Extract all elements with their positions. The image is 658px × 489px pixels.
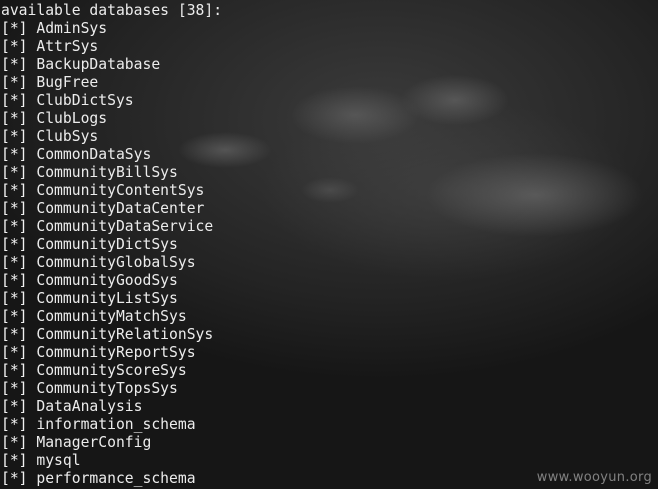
bullet-marker: [*] bbox=[1, 92, 28, 109]
bullet-marker: [*] bbox=[1, 254, 28, 271]
database-name: CommunityTopsSys bbox=[36, 380, 178, 397]
bullet-marker: [*] bbox=[1, 20, 28, 37]
bullet-marker: [*] bbox=[1, 110, 28, 127]
database-list-item: [*] BugFree bbox=[1, 74, 98, 92]
bullet-marker: [*] bbox=[1, 344, 28, 361]
bullet-marker: [*] bbox=[1, 146, 28, 163]
database-name: ClubLogs bbox=[36, 110, 108, 127]
database-name: CommunityRelationSys bbox=[36, 326, 214, 343]
bullet-marker: [*] bbox=[1, 290, 28, 307]
database-list-item: [*] CommunityGoodSys bbox=[1, 272, 178, 290]
database-list-item: [*] DataAnalysis bbox=[1, 398, 143, 416]
database-list-item: [*] CommunityGlobalSys bbox=[1, 254, 196, 272]
database-list-item: [*] CommunityDataCenter bbox=[1, 200, 204, 218]
bullet-marker: [*] bbox=[1, 218, 28, 235]
database-name: BackupDatabase bbox=[36, 56, 161, 73]
watermark-text: www.wooyun.org bbox=[536, 470, 652, 485]
database-name: ManagerConfig bbox=[36, 434, 152, 451]
terminal-output: available databases [38]: [*] AdminSys [*… bbox=[0, 0, 658, 489]
bullet-marker: [*] bbox=[1, 128, 28, 145]
bullet-marker: [*] bbox=[1, 38, 28, 55]
bullet-marker: [*] bbox=[1, 272, 28, 289]
bullet-marker: [*] bbox=[1, 200, 28, 217]
bullet-marker: [*] bbox=[1, 416, 28, 433]
database-name: performance_schema bbox=[36, 470, 196, 487]
database-name: CommunityGlobalSys bbox=[36, 254, 196, 271]
bullet-marker: [*] bbox=[1, 326, 28, 343]
database-list-item: [*] CommunityContentSys bbox=[1, 182, 204, 200]
database-name: CommunityDataCenter bbox=[36, 200, 205, 217]
database-list-item: [*] CommunityReportSys bbox=[1, 344, 196, 362]
database-name: AdminSys bbox=[36, 20, 108, 37]
database-name: CommunityReportSys bbox=[36, 344, 196, 361]
database-list-item: [*] CommunityScoreSys bbox=[1, 362, 187, 380]
database-name: DataAnalysis bbox=[36, 398, 143, 415]
database-list-item: [*] CommunityDataService bbox=[1, 218, 213, 236]
database-list-item: [*] CommunityDictSys bbox=[1, 236, 178, 254]
bullet-marker: [*] bbox=[1, 398, 28, 415]
database-list-item: [*] ClubLogs bbox=[1, 110, 107, 128]
database-name: CommunityDictSys bbox=[36, 236, 178, 253]
database-list-item: [*] performance_schema bbox=[1, 470, 196, 488]
bullet-marker: [*] bbox=[1, 236, 28, 253]
database-list-item: [*] AttrSys bbox=[1, 38, 98, 56]
database-name: AttrSys bbox=[36, 38, 99, 55]
database-list-item: [*] ManagerConfig bbox=[1, 434, 151, 452]
database-name: CommunityScoreSys bbox=[36, 362, 187, 379]
bullet-marker: [*] bbox=[1, 74, 28, 91]
bullet-marker: [*] bbox=[1, 380, 28, 397]
database-list-item: [*] ClubSys bbox=[1, 128, 98, 146]
database-name: CommunityGoodSys bbox=[36, 272, 178, 289]
bullet-marker: [*] bbox=[1, 362, 28, 379]
bullet-marker: [*] bbox=[1, 56, 28, 73]
bullet-marker: [*] bbox=[1, 308, 28, 325]
database-name: CommunityContentSys bbox=[36, 182, 205, 199]
database-name: ClubSys bbox=[36, 128, 99, 145]
bullet-marker: [*] bbox=[1, 470, 28, 487]
database-list-item: [*] CommunityListSys bbox=[1, 290, 178, 308]
database-name: CommonDataSys bbox=[36, 146, 152, 163]
bullet-marker: [*] bbox=[1, 452, 28, 469]
database-name: CommunityListSys bbox=[36, 290, 178, 307]
database-list-item: [*] BackupDatabase bbox=[1, 56, 160, 74]
database-name: CommunityBillSys bbox=[36, 164, 178, 181]
bullet-marker: [*] bbox=[1, 434, 28, 451]
database-name: BugFree bbox=[36, 74, 99, 91]
database-name: CommunityMatchSys bbox=[36, 308, 187, 325]
database-name: information_schema bbox=[36, 416, 196, 433]
database-name: ClubDictSys bbox=[36, 92, 134, 109]
databases-header: available databases [38]: bbox=[1, 2, 223, 19]
database-list-item: [*] CommunityRelationSys bbox=[1, 326, 213, 344]
database-name: CommunityDataService bbox=[36, 218, 214, 235]
database-list-item: [*] mysql bbox=[1, 452, 81, 470]
database-list-item: [*] AdminSys bbox=[1, 20, 107, 38]
database-list-item: [*] information_schema bbox=[1, 416, 196, 434]
bullet-marker: [*] bbox=[1, 164, 28, 181]
bullet-marker: [*] bbox=[1, 182, 28, 199]
database-list-item: [*] ClubDictSys bbox=[1, 92, 134, 110]
database-list-item: [*] CommunityMatchSys bbox=[1, 308, 187, 326]
database-list-item: [*] CommonDataSys bbox=[1, 146, 151, 164]
database-name: mysql bbox=[36, 452, 81, 469]
database-list-item: [*] CommunityTopsSys bbox=[1, 380, 178, 398]
database-list-item: [*] CommunityBillSys bbox=[1, 164, 178, 182]
